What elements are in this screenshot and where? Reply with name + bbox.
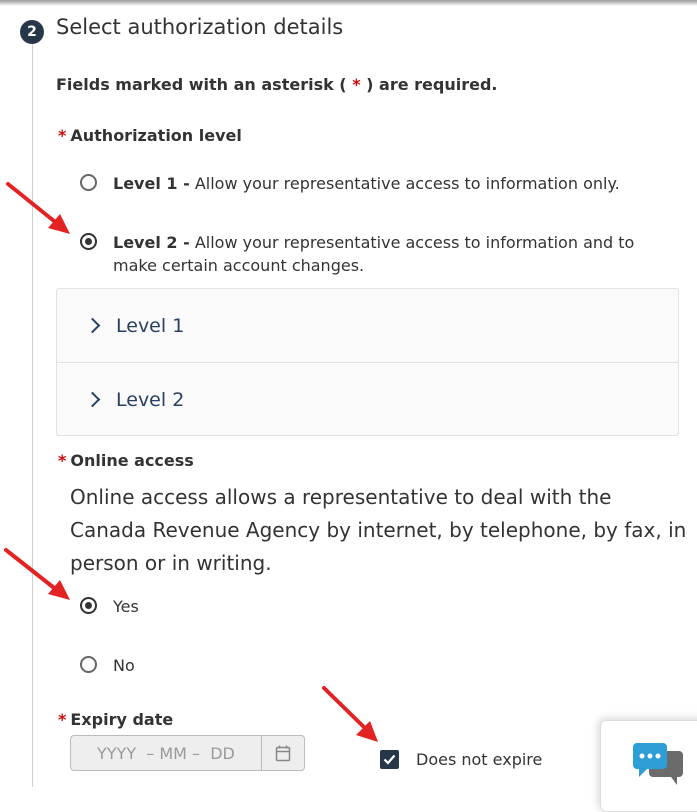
chat-widget[interactable] [600, 720, 697, 812]
radio-level-2[interactable]: Level 2 - Allow your representative acce… [80, 231, 670, 277]
radio-button-checked[interactable] [80, 233, 97, 250]
authorization-level-label: * Authorization level [58, 126, 242, 145]
date-placeholder: YYYY – MM – DD [97, 743, 235, 763]
radio-button-checked[interactable] [80, 597, 97, 614]
radio-level-1[interactable]: Level 1 - Allow your representative acce… [80, 172, 670, 195]
level-1-text: Allow your representative access to info… [189, 174, 620, 193]
calendar-icon [275, 745, 291, 761]
online-access-description: Online access allows a representative to… [70, 485, 687, 575]
required-asterisk: * [352, 75, 361, 94]
accordion-item-label: Level 1 [116, 314, 185, 337]
calendar-button[interactable] [261, 736, 304, 770]
authorization-level-label-text: Authorization level [70, 126, 242, 145]
required-asterisk: * [58, 126, 67, 145]
expiry-date-label-text: Expiry date [70, 710, 174, 729]
chevron-right-icon [84, 391, 101, 408]
chat-icon [633, 743, 683, 785]
does-not-expire-checkbox-row[interactable]: Does not expire [380, 750, 542, 769]
red-arrow-icon [322, 686, 378, 742]
red-arrow-icon [4, 548, 70, 600]
required-asterisk: * [58, 710, 67, 729]
radio-button[interactable] [80, 174, 97, 191]
radio-online-yes[interactable]: Yes [80, 595, 139, 618]
radio-yes-label: Yes [113, 597, 139, 616]
radio-button[interactable] [80, 656, 97, 673]
online-access-label: * Online access [58, 451, 194, 470]
expiry-date-input[interactable]: YYYY – MM – DD [70, 735, 305, 771]
accordion-item-label: Level 2 [116, 388, 185, 411]
expiry-date-label: * Expiry date [58, 710, 173, 729]
does-not-expire-checkbox[interactable] [380, 750, 399, 769]
online-access-label-text: Online access [70, 451, 194, 470]
radio-level-1-label: Level 1 - Allow your representative acce… [113, 172, 620, 195]
level-1-strong: Level 1 - [113, 174, 190, 193]
required-note-suffix: ) are required. [360, 75, 498, 94]
accordion-item-level-1[interactable]: Level 1 [57, 289, 678, 362]
radio-level-2-label: Level 2 - Allow your representative acce… [113, 231, 670, 277]
checkmark-icon [383, 754, 396, 765]
level-2-text: Allow your representative access to info… [113, 233, 635, 275]
page-top-shadow [0, 0, 697, 6]
step-number-badge: 2 [20, 20, 44, 44]
step-title: Select authorization details [56, 15, 344, 39]
accordion-item-level-2[interactable]: Level 2 [57, 362, 678, 436]
radio-online-no[interactable]: No [80, 654, 135, 677]
required-asterisk: * [58, 451, 67, 470]
chevron-right-icon [84, 317, 101, 334]
does-not-expire-label: Does not expire [416, 750, 543, 769]
radio-no-label: No [113, 656, 135, 675]
level-details-accordion: Level 1 Level 2 [56, 288, 679, 436]
step-rail [32, 44, 33, 787]
level-2-strong: Level 2 - [113, 233, 190, 252]
red-arrow-icon [6, 182, 70, 234]
required-note-prefix: Fields marked with an asterisk ( [56, 75, 353, 94]
required-fields-note: Fields marked with an asterisk ( * ) are… [56, 75, 497, 94]
